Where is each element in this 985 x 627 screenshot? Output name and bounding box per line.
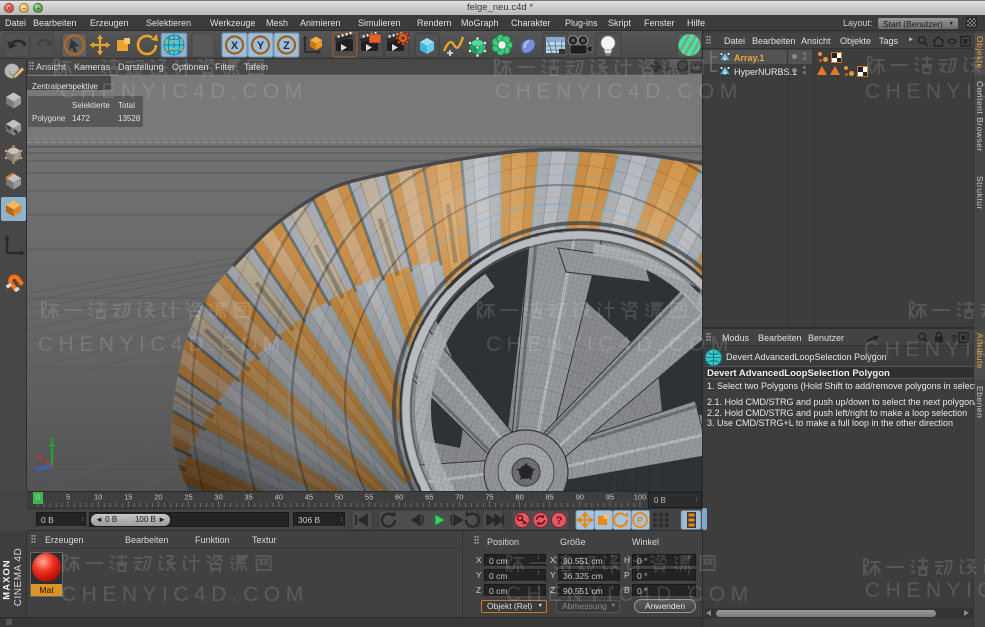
svg-text:0: 0: [36, 493, 40, 502]
svg-text:95: 95: [606, 493, 614, 502]
svg-text:90: 90: [576, 493, 584, 502]
svg-text:65: 65: [425, 493, 433, 502]
svg-text:100: 100: [634, 493, 647, 502]
svg-text:Y: Y: [257, 40, 265, 52]
svg-text:80: 80: [515, 493, 523, 502]
svg-text:25: 25: [184, 493, 192, 502]
svg-text:P: P: [637, 516, 643, 526]
svg-text:85: 85: [546, 493, 554, 502]
svg-text:45: 45: [305, 493, 313, 502]
svg-text:X: X: [37, 453, 43, 462]
svg-text:Z: Z: [283, 40, 290, 52]
svg-text:40: 40: [275, 493, 283, 502]
svg-text:30: 30: [214, 493, 222, 502]
svg-text:35: 35: [245, 493, 253, 502]
svg-text:55: 55: [365, 493, 373, 502]
svg-text:60: 60: [395, 493, 403, 502]
svg-text:5: 5: [66, 493, 70, 502]
svg-text:75: 75: [485, 493, 493, 502]
svg-text:70: 70: [455, 493, 463, 502]
svg-text:Y: Y: [49, 436, 55, 446]
svg-text:50: 50: [335, 493, 343, 502]
svg-text:10: 10: [94, 493, 102, 502]
svg-text:20: 20: [154, 493, 162, 502]
svg-text:X: X: [231, 40, 239, 52]
svg-text:?: ?: [556, 515, 563, 527]
svg-text:15: 15: [124, 493, 132, 502]
